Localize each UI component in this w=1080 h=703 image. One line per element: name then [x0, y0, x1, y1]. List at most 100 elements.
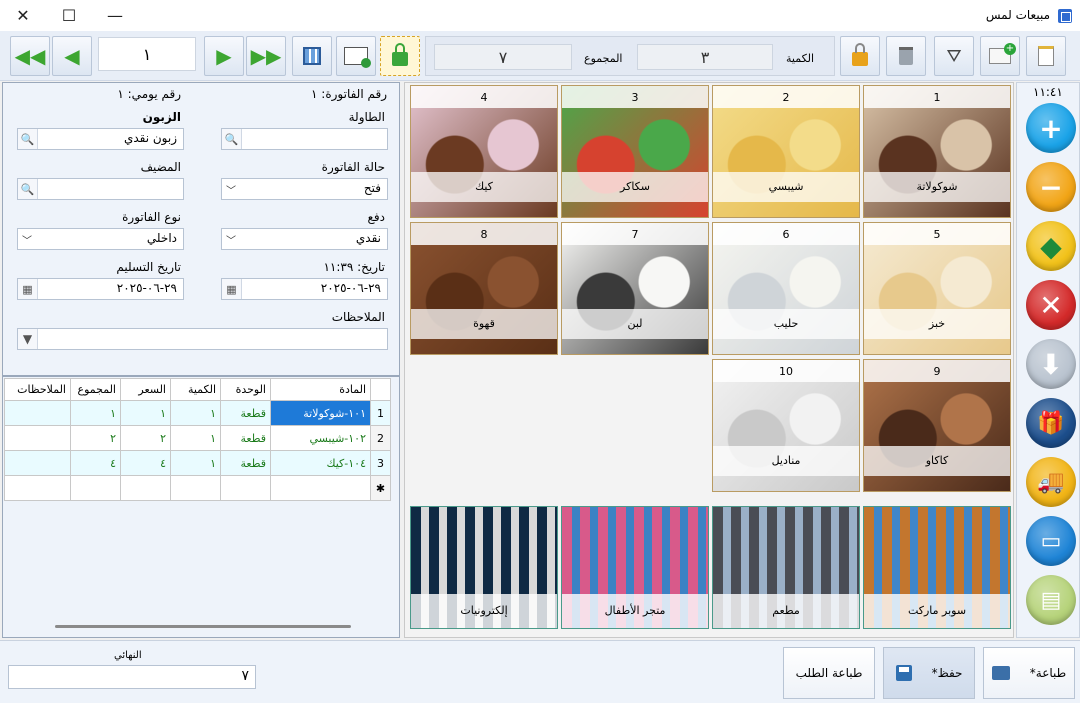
search-icon[interactable]: 🔍 — [222, 129, 242, 149]
product-tile[interactable]: 10 مناديل — [712, 359, 860, 492]
cell-unit[interactable]: قطعة — [220, 400, 271, 426]
product-tile[interactable]: 8 قهوة — [410, 222, 558, 355]
cell-notes[interactable] — [4, 400, 71, 426]
customer-field[interactable]: 🔍 زبون نقدي — [17, 128, 184, 150]
minimize-window-button[interactable]: — — [92, 0, 138, 31]
cell-price[interactable]: ٢ — [120, 425, 171, 451]
chevron-down-icon: ﹀ — [226, 186, 236, 197]
cell-item[interactable]: ١٠٤-كيك — [270, 450, 371, 476]
new-invoice-button[interactable] — [1026, 36, 1066, 76]
invoice-type-value: داخلي — [146, 231, 177, 245]
add-item-button[interactable]: + — [980, 36, 1020, 76]
first-record-button[interactable]: ◀◀ — [10, 36, 50, 76]
table-row[interactable]: 1 ١٠١-شوكولاتة قطعة ١ ١ ١ — [4, 400, 391, 426]
date-field[interactable]: ▦ ٢٩-٠٦-٢٠٢٥ — [221, 278, 388, 300]
cell-total[interactable]: ٤ — [70, 450, 121, 476]
category-tile[interactable]: إلكترونيات — [410, 506, 558, 629]
diamond-button[interactable]: ◆ — [1026, 221, 1076, 271]
host-field[interactable]: 🔍 — [17, 178, 184, 200]
dropdown-triangle-icon[interactable]: ▼ — [18, 329, 38, 349]
product-tile[interactable]: 9 كاكاو — [863, 359, 1011, 492]
cell-notes[interactable] — [4, 475, 71, 501]
maximize-window-button[interactable]: ☐ — [46, 0, 92, 31]
cell-total[interactable]: ١ — [70, 400, 121, 426]
cell-price[interactable]: ٤ — [120, 450, 171, 476]
cell-unit[interactable] — [220, 475, 271, 501]
lock-button[interactable] — [840, 36, 880, 76]
table-field[interactable]: 🔍 — [221, 128, 388, 150]
grid-view-button[interactable] — [292, 36, 332, 76]
product-tile[interactable]: 1 شوكولاتة — [863, 85, 1011, 218]
calendar-icon[interactable]: ▦ — [18, 279, 38, 299]
previous-record-button[interactable]: ◀ — [52, 36, 92, 76]
cell-item[interactable]: ١٠٢-شيبسي — [270, 425, 371, 451]
category-tile[interactable]: متجر الأطفال — [561, 506, 709, 629]
cell-item[interactable]: ١٠١-شوكولاتة — [270, 400, 371, 426]
close-window-button[interactable]: ✕ — [0, 0, 46, 31]
cell-qty[interactable]: ١ — [170, 450, 221, 476]
cell-unit[interactable]: قطعة — [220, 450, 271, 476]
cell-total[interactable] — [70, 475, 121, 501]
cell-total[interactable]: ٢ — [70, 425, 121, 451]
delivery-truck-button[interactable]: 🚚 — [1026, 457, 1076, 507]
column-header-item[interactable]: المادة — [270, 378, 371, 401]
lock-green-button[interactable] — [380, 36, 420, 76]
product-tile[interactable]: 5 خبز — [863, 222, 1011, 355]
column-header-qty[interactable]: الكمية — [170, 378, 221, 401]
horizontal-scrollbar[interactable] — [55, 625, 351, 628]
search-icon[interactable]: 🔍 — [18, 129, 38, 149]
column-header-total[interactable]: المجموع — [70, 378, 121, 401]
delivery-date-field[interactable]: ▦ ٢٩-٠٦-٢٠٢٥ — [17, 278, 184, 300]
calendar-icon[interactable]: ▦ — [222, 279, 242, 299]
search-icon[interactable]: 🔍 — [18, 179, 38, 199]
delete-button[interactable]: ✕ — [1026, 280, 1076, 330]
table-row[interactable]: 3 ١٠٤-كيك قطعة ١ ٤ ٤ — [4, 450, 391, 476]
chevron-down-icon: ﹀ — [226, 236, 236, 247]
table-row[interactable]: 2 ١٠٢-شيبسي قطعة ١ ٢ ٢ — [4, 425, 391, 451]
save-button[interactable]: حفظ* — [883, 647, 975, 699]
arrow-down-button[interactable]: ⬇ — [1026, 339, 1076, 389]
documents-button[interactable]: ▭ — [1026, 516, 1076, 566]
invoice-approve-button[interactable] — [336, 36, 376, 76]
plus-button[interactable]: + — [1026, 103, 1076, 153]
row-number[interactable]: 2 — [370, 425, 391, 451]
row-number[interactable]: 3 — [370, 450, 391, 476]
trash-button[interactable] — [886, 36, 926, 76]
filter-button[interactable]: ⛛ — [934, 36, 974, 76]
cell-notes[interactable] — [4, 450, 71, 476]
gift-button[interactable]: 🎁 — [1026, 398, 1076, 448]
column-header-price[interactable]: السعر — [120, 378, 171, 401]
payment-select[interactable]: ﹀ نقدي — [221, 228, 388, 250]
cash-register-button[interactable]: ▤ — [1026, 575, 1076, 625]
cell-unit[interactable]: قطعة — [220, 425, 271, 451]
new-row-marker-icon: ✱ — [370, 475, 391, 501]
cell-price[interactable] — [120, 475, 171, 501]
product-tile[interactable]: 7 لبن — [561, 222, 709, 355]
record-number-field[interactable]: ١ — [98, 37, 196, 71]
minus-button[interactable]: − — [1026, 162, 1076, 212]
category-tile[interactable]: مطعم — [712, 506, 860, 629]
cell-price[interactable]: ١ — [120, 400, 171, 426]
cell-item[interactable] — [270, 475, 371, 501]
last-record-button[interactable]: ▶▶ — [246, 36, 286, 76]
product-tile[interactable]: 6 حليب — [712, 222, 860, 355]
funnel-icon: ⛛ — [946, 45, 962, 67]
column-header-unit[interactable]: الوحدة — [220, 378, 271, 401]
next-record-button[interactable]: ▶ — [204, 36, 244, 76]
row-number[interactable]: 1 — [370, 400, 391, 426]
product-tile[interactable]: 2 شيبسي — [712, 85, 860, 218]
column-header-notes[interactable]: الملاحظات — [4, 378, 71, 401]
product-tile[interactable]: 4 كيك — [410, 85, 558, 218]
invoice-type-select[interactable]: ﹀ داخلي — [17, 228, 184, 250]
cell-notes[interactable] — [4, 425, 71, 451]
notes-field[interactable]: ▼ — [17, 328, 388, 350]
status-select[interactable]: ﹀ فتح — [221, 178, 388, 200]
cell-qty[interactable] — [170, 475, 221, 501]
cell-qty[interactable]: ١ — [170, 425, 221, 451]
category-tile[interactable]: سوبر ماركت — [863, 506, 1011, 629]
print-order-button[interactable]: طباعة الطلب — [783, 647, 875, 699]
new-row[interactable]: ✱ — [4, 475, 391, 501]
product-tile[interactable]: 3 سكاكر — [561, 85, 709, 218]
cell-qty[interactable]: ١ — [170, 400, 221, 426]
print-button[interactable]: طباعة* — [983, 647, 1075, 699]
